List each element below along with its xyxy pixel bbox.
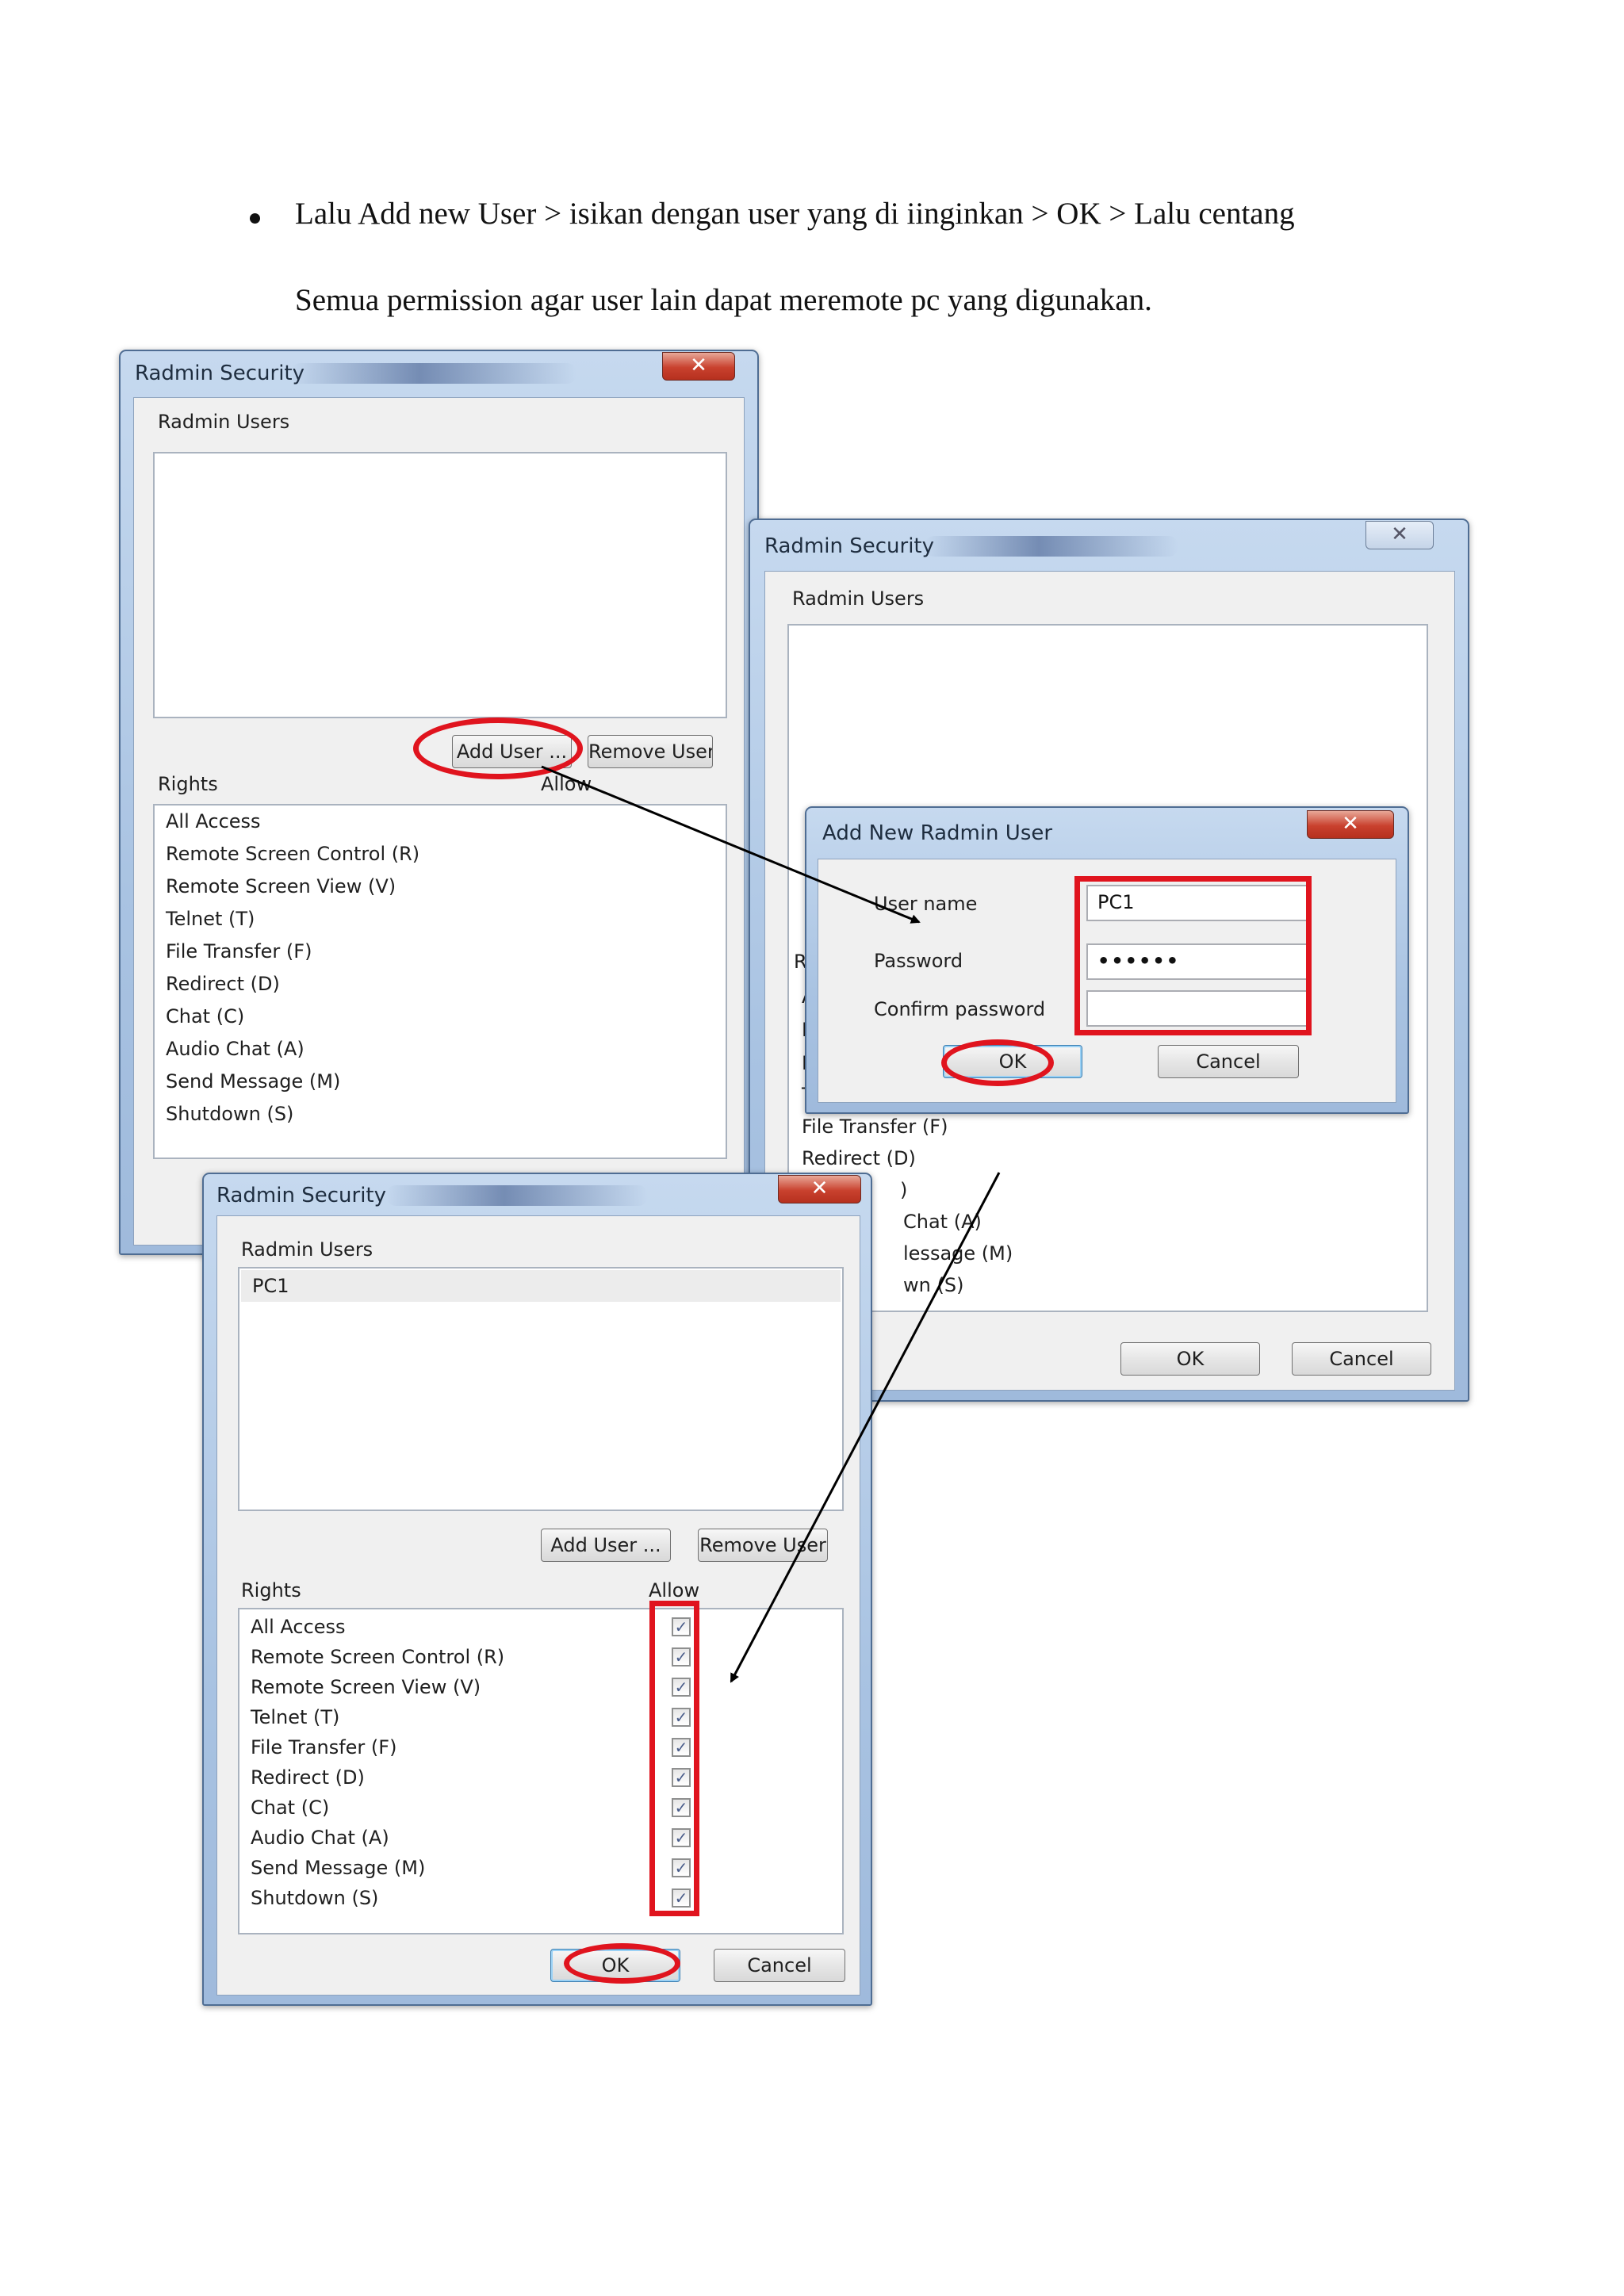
add-user-highlight — [413, 718, 583, 779]
radmin-security-window-configured: Radmin Security ✕ Radmin Users PC1 Add U… — [202, 1173, 872, 2006]
window-title: Radmin Security — [764, 534, 934, 558]
right-item[interactable]: Redirect (D) — [251, 1766, 365, 1789]
radmin-users-label: Radmin Users — [792, 587, 925, 610]
allow-label: Allow — [541, 773, 592, 795]
right-item[interactable]: File Transfer (F) — [251, 1736, 396, 1758]
close-icon: ✕ — [1391, 522, 1408, 546]
window-client-area: Radmin Users Add User ... Remove User Ri… — [133, 397, 745, 1246]
rights-label: Rights — [158, 773, 218, 795]
cancel-button[interactable]: Cancel — [1292, 1342, 1431, 1376]
close-button[interactable]: ✕ — [662, 352, 735, 381]
right-item[interactable]: Telnet (T) — [251, 1706, 339, 1728]
final-ok-highlight — [564, 1943, 680, 1984]
radmin-users-label: Radmin Users — [241, 1238, 373, 1261]
remove-user-button[interactable]: Remove User — [588, 735, 713, 768]
credentials-highlight — [1074, 876, 1312, 1035]
right-item[interactable]: Chat (A) — [903, 1211, 982, 1233]
user-name: PC1 — [252, 1275, 289, 1297]
right-item[interactable]: All Access — [251, 1616, 346, 1638]
right-item[interactable]: Redirect (D) — [802, 1147, 916, 1169]
right-item[interactable]: Remote Screen Control (R) — [251, 1646, 504, 1668]
right-item[interactable]: Redirect (D) — [166, 973, 280, 995]
right-item[interactable]: Audio Chat (A) — [166, 1038, 304, 1060]
allow-label: Allow — [649, 1579, 700, 1601]
confirm-password-label: Confirm password — [874, 998, 1046, 1020]
username-label: User name — [874, 893, 978, 915]
close-icon: ✕ — [810, 1177, 829, 1200]
right-item[interactable]: Chat (C) — [251, 1797, 329, 1819]
right-item[interactable]: File Transfer (F) — [166, 940, 312, 962]
window-title: Radmin Security — [216, 1184, 386, 1207]
window-client-area: Radmin Users PC1 Add User ... Remove Use… — [216, 1215, 860, 1996]
close-button[interactable]: ✕ — [1307, 810, 1394, 839]
dialog-title: Add New Radmin User — [822, 821, 1053, 845]
right-item[interactable]: Send Message (M) — [166, 1070, 340, 1093]
right-item[interactable]: wn (S) — [903, 1274, 963, 1296]
instruction-line-1: Lalu Add new User > isikan dengan user y… — [295, 197, 1295, 231]
radmin-security-window-empty: Radmin Security ✕ Radmin Users Add User … — [119, 350, 759, 1255]
add-user-button[interactable]: Add User ... — [541, 1529, 671, 1562]
bullet-point — [250, 213, 260, 224]
window-title: Radmin Security — [135, 362, 304, 385]
remove-user-button[interactable]: Remove User — [698, 1529, 828, 1562]
instruction-line-2: Semua permission agar user lain dapat me… — [295, 283, 1152, 317]
right-item[interactable]: Shutdown (S) — [251, 1887, 378, 1909]
right-item[interactable]: ) — [900, 1179, 907, 1201]
rights-list: All Access Remote Screen Control (R) Rem… — [238, 1608, 844, 1934]
right-item[interactable]: Audio Chat (A) — [251, 1827, 389, 1849]
user-row-selected[interactable]: PC1 — [241, 1270, 841, 1302]
close-button[interactable]: ✕ — [1365, 521, 1434, 549]
right-item[interactable]: Telnet (T) — [166, 908, 255, 930]
password-label: Password — [874, 950, 963, 972]
right-item[interactable]: Remote Screen View (V) — [251, 1676, 481, 1698]
radmin-users-list[interactable] — [153, 452, 727, 718]
right-item[interactable]: File Transfer (F) — [802, 1115, 948, 1138]
title-blur — [291, 363, 576, 384]
ok-button[interactable]: OK — [1120, 1342, 1260, 1376]
title-blur — [925, 536, 1178, 557]
title-blur — [386, 1185, 648, 1206]
close-icon: ✕ — [690, 354, 707, 377]
close-icon: ✕ — [1342, 812, 1359, 836]
cancel-button[interactable]: Cancel — [1158, 1045, 1299, 1078]
checkboxes-highlight — [649, 1601, 699, 1916]
right-item[interactable]: All Access — [166, 810, 261, 832]
rights-label: Rights — [241, 1579, 301, 1601]
right-item[interactable]: Chat (C) — [166, 1005, 244, 1027]
right-item[interactable]: Remote Screen Control (R) — [166, 843, 419, 865]
dialog-ok-highlight — [941, 1039, 1054, 1086]
right-item[interactable]: lessage (M) — [903, 1242, 1013, 1265]
right-item[interactable]: Send Message (M) — [251, 1857, 425, 1879]
rights-list: All Access Remote Screen Control (R) Rem… — [153, 804, 727, 1159]
radmin-users-label: Radmin Users — [158, 411, 290, 433]
right-item[interactable]: Remote Screen View (V) — [166, 875, 396, 897]
close-button[interactable]: ✕ — [778, 1175, 861, 1203]
cancel-button[interactable]: Cancel — [714, 1949, 845, 1982]
right-item[interactable]: Shutdown (S) — [166, 1103, 293, 1125]
radmin-users-list[interactable]: PC1 — [238, 1267, 844, 1511]
